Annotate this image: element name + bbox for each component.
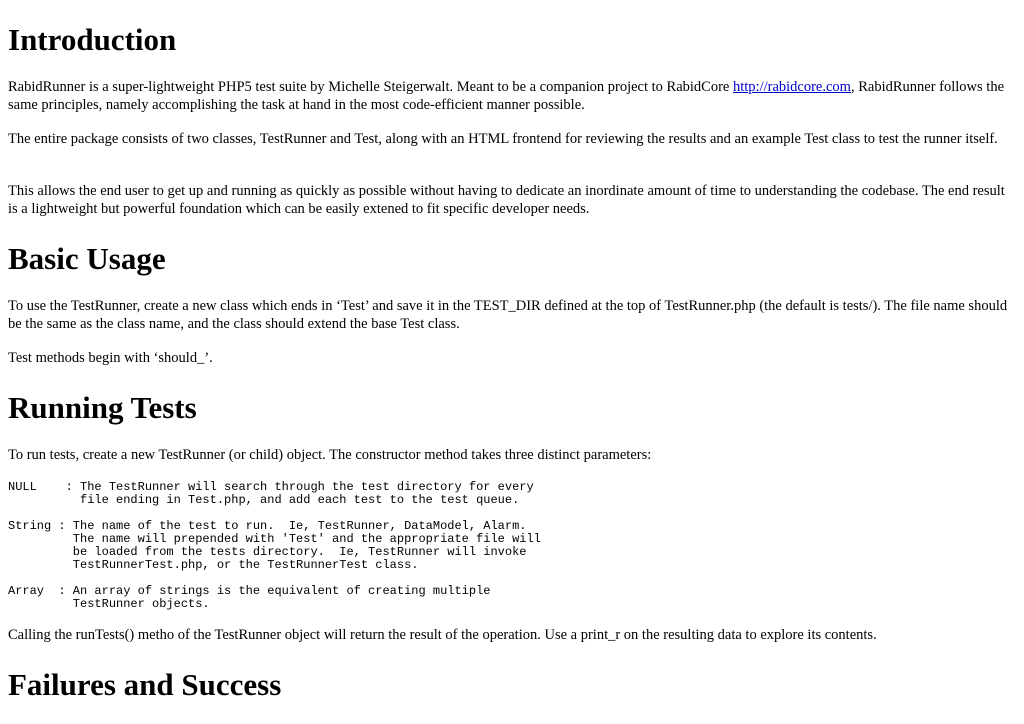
param-array-code: Array : An array of strings is the equiv… <box>8 584 491 611</box>
rabidcore-link[interactable]: http://rabidcore.com <box>733 79 851 95</box>
param-null-code: NULL : The TestRunner will search throug… <box>8 480 534 507</box>
basic-usage-paragraph-1: To use the TestRunner, create a new clas… <box>8 298 1008 332</box>
heading-running-tests: Running Tests <box>8 390 197 425</box>
heading-introduction: Introduction <box>8 22 177 57</box>
running-tests-paragraph-1: To run tests, create a new TestRunner (o… <box>8 447 652 463</box>
heading-failures-and-success: Failures and Success <box>8 667 282 702</box>
intro-paragraph-3: This allows the end user to get up and r… <box>8 183 1005 217</box>
intro-paragraph-2: The entire package consists of two class… <box>8 131 998 147</box>
intro-text-before-link: RabidRunner is a super-lightweight PHP5 … <box>8 79 733 95</box>
param-string-code: String : The name of the test to run. Ie… <box>8 519 541 572</box>
running-tests-paragraph-2: Calling the runTests() metho of the Test… <box>8 627 877 643</box>
heading-basic-usage: Basic Usage <box>8 241 166 276</box>
intro-paragraph-1: RabidRunner is a super-lightweight PHP5 … <box>8 78 1016 114</box>
basic-usage-paragraph-2: Test methods begin with ‘should_’. <box>8 350 213 366</box>
